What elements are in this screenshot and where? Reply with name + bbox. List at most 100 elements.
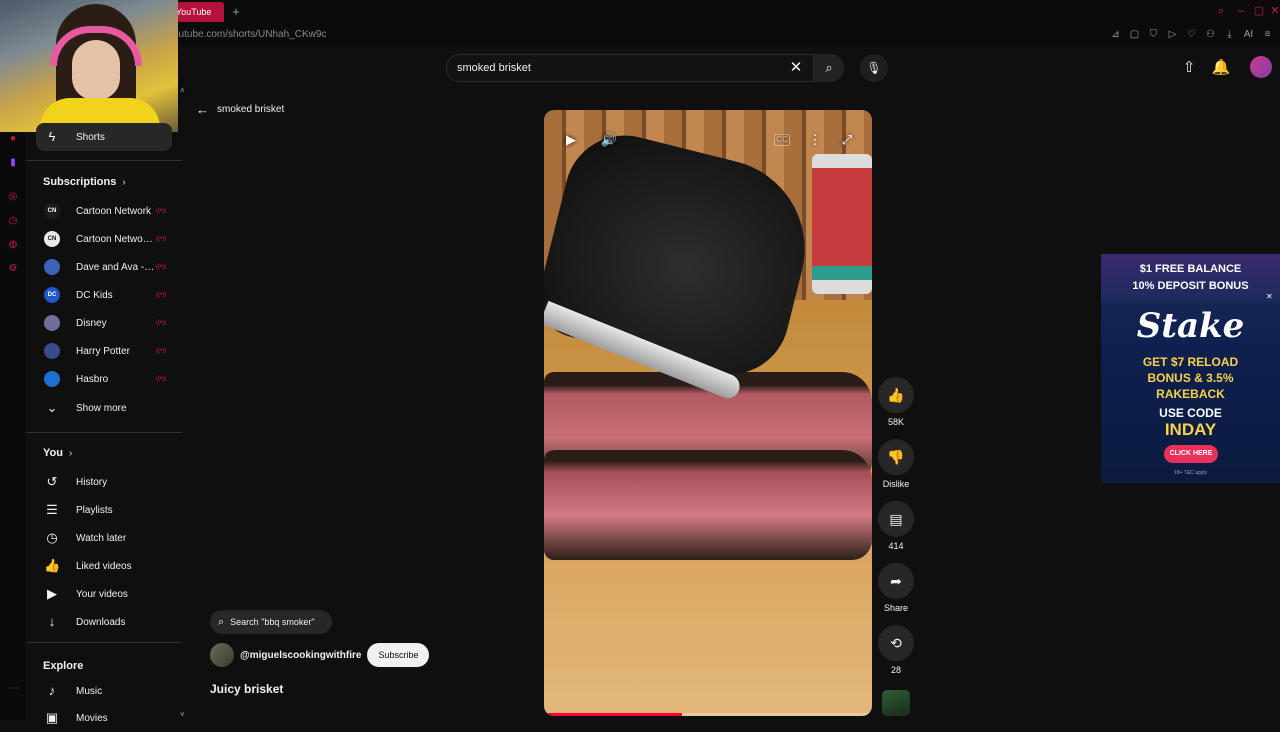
sidebar: ϟ Shorts Subscriptions › ⌄ Show more You… <box>26 123 182 725</box>
show-more-button[interactable]: ⌄ Show more <box>36 394 172 422</box>
new-tab-icon[interactable]: + <box>228 4 244 20</box>
video-progress-bar[interactable] <box>544 713 872 716</box>
play-pause-button[interactable]: ▶ <box>558 128 584 152</box>
sidebar-item-shorts[interactable]: ϟ Shorts <box>36 123 172 151</box>
ai-icon[interactable]: AI <box>1240 27 1257 43</box>
sidebar-item-playlists[interactable]: ☰ Playlists <box>36 496 172 524</box>
twitch-icon[interactable]: ▮ <box>6 156 20 170</box>
comments-button[interactable]: ▤ 414 <box>876 501 916 551</box>
explore-heading: Explore <box>43 660 83 672</box>
subscriptions-heading-label: Subscriptions <box>43 176 117 188</box>
ad-close-icon[interactable]: ✕ <box>1266 292 1278 302</box>
sidebar-item-label: Hasbro <box>76 373 109 385</box>
square-icon[interactable]: ▢ <box>1126 27 1143 43</box>
dot-icon[interactable]: ● <box>6 132 20 146</box>
menu-icon[interactable]: ≡ <box>1259 27 1276 43</box>
related-search-chip[interactable]: ⌕ Search "bbq smoker" <box>210 610 332 634</box>
thumbs-up-icon: 👍 <box>878 377 914 413</box>
sidebar-item-downloads[interactable]: ↓ Downloads <box>36 608 172 636</box>
video-progress-fill <box>544 713 682 716</box>
sidebar-item-subscription[interactable]: DC DC Kids ((•)) <box>36 281 172 309</box>
you-heading[interactable]: You › <box>43 447 72 459</box>
live-indicator-icon: ((•)) <box>156 264 167 270</box>
channel-thumbnail[interactable] <box>882 690 910 716</box>
captions-button[interactable]: CC <box>774 134 790 146</box>
address-bar: youtube.com/shorts/UNhah_CKw9c ⊿ ▢ ⛉ ▷ ♡… <box>0 24 1280 46</box>
chat-icon[interactable]: ◍ <box>6 238 20 252</box>
chevron-down-icon: ⌄ <box>46 400 58 415</box>
clock-icon[interactable]: ◷ <box>6 214 20 228</box>
notifications-bell-icon[interactable]: 🔔 <box>1211 58 1231 78</box>
sidebar-item-subscription[interactable]: CN Cartoon Network... ((•)) <box>36 225 172 253</box>
subscribe-button[interactable]: Subscribe <box>367 643 430 667</box>
ad-line-free-balance: $1 FREE BALANCE <box>1139 263 1242 275</box>
like-button[interactable]: 👍 58K <box>876 377 916 427</box>
subscriptions-heading[interactable]: Subscriptions › <box>43 176 126 188</box>
sidebar-item-subscription[interactable]: CN Cartoon Network ((•)) <box>36 197 172 225</box>
minimize-icon[interactable]: – <box>1234 4 1248 18</box>
bookmark-icon[interactable]: ⊿ <box>1107 27 1124 43</box>
share-button[interactable]: ➦ Share <box>876 563 916 613</box>
fullscreen-icon[interactable]: ⤢ <box>834 128 860 152</box>
back-to-results-link[interactable]: ← smoked brisket <box>196 102 284 117</box>
channel-avatar: DC <box>44 287 60 303</box>
shorts-video-player[interactable]: ▶ 🔊 CC ⋮ ⤢ <box>544 110 872 716</box>
sidebar-item-subscription[interactable]: Harry Potter ((•)) <box>36 337 172 365</box>
close-icon[interactable]: ✕ <box>1268 4 1280 18</box>
avatar[interactable] <box>1250 56 1272 78</box>
sidebar-item-label: Music <box>76 685 103 697</box>
ad-click-here-button[interactable]: CLICK HERE <box>1164 445 1218 463</box>
upload-icon[interactable]: ⇧ <box>1179 58 1199 78</box>
search-input[interactable]: smoked brisket <box>446 54 814 82</box>
sidebar-item-movies[interactable]: ▣ Movies <box>36 704 172 732</box>
channel-avatar <box>44 343 60 359</box>
settings-icon[interactable]: ⚙ <box>6 262 20 276</box>
download-icon[interactable]: ⤓ <box>1221 27 1238 43</box>
extension-toolbar: ⊿ ▢ ⛉ ▷ ♡ ⚇ ⤓ AI ≡ <box>1107 27 1276 43</box>
extra-icon[interactable]: ⋯ <box>6 682 20 696</box>
clock-icon: ◷ <box>46 530 58 545</box>
sidebar-item-music[interactable]: ♪ Music <box>36 677 172 705</box>
remix-button[interactable]: ⟲ 28 <box>876 625 916 675</box>
sidebar-item-subscription[interactable]: Dave and Ava - N... ((•)) <box>36 253 172 281</box>
sidebar-item-subscription[interactable]: Disney ((•)) <box>36 309 172 337</box>
heart-icon[interactable]: ♡ <box>1183 27 1200 43</box>
channel-name-link[interactable]: @miguelscookingwithfire <box>240 650 361 661</box>
playlists-icon: ☰ <box>46 502 58 517</box>
chevron-right-icon: › <box>68 447 73 459</box>
share-label: Share <box>883 603 909 613</box>
microphone-button[interactable]: 🎙 <box>860 54 888 82</box>
sidebar-item-history[interactable]: ↺ History <box>36 468 172 496</box>
play-icon[interactable]: ▷ <box>1164 27 1181 43</box>
scroll-up-icon[interactable]: ˄ <box>180 86 185 95</box>
sidebar-item-label: DC Kids <box>76 289 113 301</box>
circle-icon[interactable]: ◎ <box>6 190 20 204</box>
sidebar-item-subscription[interactable]: Hasbro ((•)) <box>36 365 172 393</box>
sidebar-item-liked-videos[interactable]: 👍 Liked videos <box>36 552 172 580</box>
sidebar-item-watch-later[interactable]: ◷ Watch later <box>36 524 172 552</box>
ad-banner[interactable]: $1 FREE BALANCE 10% DEPOSIT BONUS Stake … <box>1101 254 1280 483</box>
more-options-icon[interactable]: ⋮ <box>802 128 828 152</box>
search-query: smoked brisket <box>457 62 531 74</box>
url-field[interactable]: youtube.com/shorts/UNhah_CKw9c <box>168 29 326 40</box>
sidebar-item-label: Cartoon Network <box>76 205 152 217</box>
sidebar-item-label: Playlists <box>76 504 113 516</box>
profile-icon[interactable]: ⚇ <box>1202 27 1219 43</box>
thumbs-up-icon: 👍 <box>44 558 61 573</box>
volume-button[interactable]: 🔊 <box>596 128 622 152</box>
scroll-down-icon[interactable]: ˅ <box>180 710 185 719</box>
thumbs-down-icon: 👎 <box>878 439 914 475</box>
avatar[interactable] <box>210 643 234 667</box>
related-search-label: Search "bbq smoker" <box>230 617 315 627</box>
movies-icon: ▣ <box>45 710 59 725</box>
clear-search-button[interactable]: ✕ <box>789 59 803 77</box>
maximize-icon[interactable]: ▢ <box>1252 4 1266 18</box>
sidebar-item-your-videos[interactable]: ▶ Your videos <box>36 580 172 608</box>
search-button[interactable]: ⌕ <box>814 54 844 82</box>
ad-offer-text: GET $7 RELOAD BONUS & 3.5% RAKEBACK <box>1101 354 1280 402</box>
divider <box>26 160 182 161</box>
shield-icon[interactable]: ⛉ <box>1145 27 1162 43</box>
search-icon[interactable]: ⌕ <box>1214 4 1228 18</box>
dislike-button[interactable]: 👎 Dislike <box>876 439 916 489</box>
ad-promo-code: INDAY <box>1164 420 1217 439</box>
